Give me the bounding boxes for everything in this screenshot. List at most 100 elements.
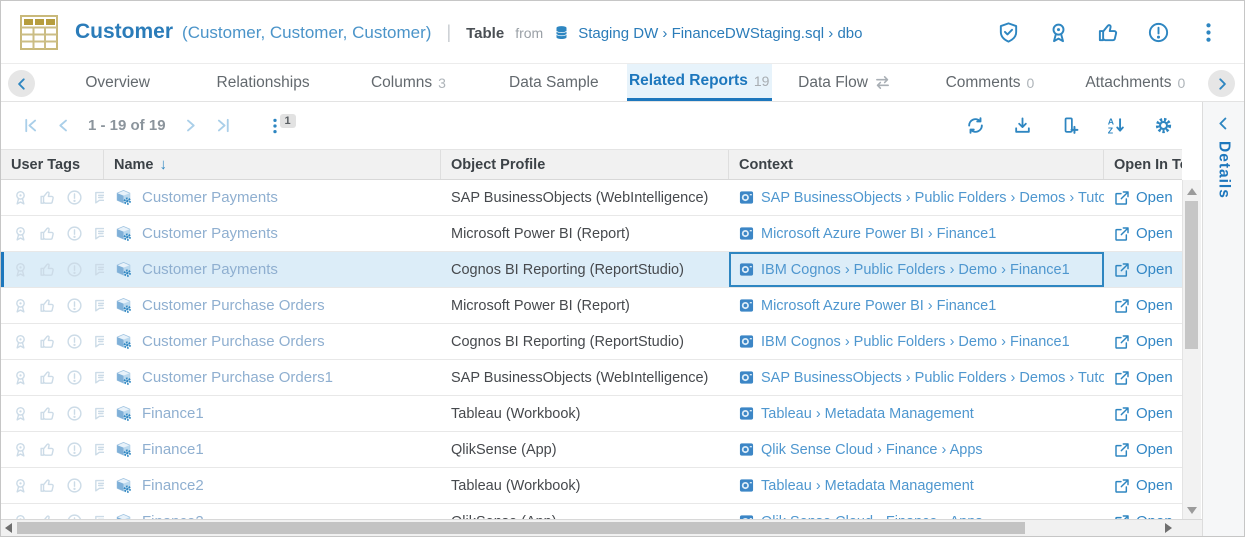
- tab-columns[interactable]: Columns3: [336, 64, 481, 101]
- open-link[interactable]: Open: [1136, 441, 1173, 458]
- tab-label: Data Flow: [798, 74, 868, 92]
- tab-data-flow[interactable]: Data Flow: [772, 64, 917, 101]
- report-name-link[interactable]: Customer Payments: [142, 189, 278, 206]
- view-options-button[interactable]: 1: [266, 117, 284, 135]
- tab-label: Columns: [371, 74, 432, 92]
- external-link-icon: [1114, 226, 1130, 242]
- tab-relationships[interactable]: Relationships: [190, 64, 335, 101]
- report-name-link[interactable]: Customer Purchase Orders1: [142, 369, 333, 386]
- expand-details-chevron-icon[interactable]: [1216, 116, 1231, 131]
- scroll-right-arrow[interactable]: [1165, 523, 1172, 533]
- report-name-link[interactable]: Finance2: [142, 477, 204, 494]
- open-link[interactable]: Open: [1136, 261, 1173, 278]
- alert-circle-icon: [66, 333, 83, 350]
- table-body: Customer PaymentsSAP BusinessObjects (We…: [1, 180, 1182, 522]
- kebab-menu-button[interactable]: [1197, 21, 1220, 44]
- tab-comments[interactable]: Comments0: [917, 64, 1062, 101]
- context-breadcrumb-link[interactable]: Microsoft Azure Power BI › Finance1: [761, 298, 996, 314]
- details-rail-label[interactable]: Details: [1215, 141, 1233, 199]
- tabs-scroll-right-button[interactable]: [1208, 70, 1235, 97]
- sort-desc-icon[interactable]: ↓: [160, 156, 168, 173]
- tab-overview[interactable]: Overview: [45, 64, 190, 101]
- report-name-link[interactable]: Finance1: [142, 441, 204, 458]
- open-link[interactable]: Open: [1136, 189, 1173, 206]
- first-page-button[interactable]: [22, 117, 39, 134]
- scroll-down-arrow[interactable]: [1187, 507, 1197, 514]
- context-breadcrumb-link[interactable]: IBM Cognos › Public Folders › Demo › Fin…: [761, 262, 1070, 278]
- column-header-user-tags[interactable]: User Tags: [1, 150, 104, 179]
- tab-data-sample[interactable]: Data Sample: [481, 64, 626, 101]
- alert-circle-icon: [66, 225, 83, 242]
- table-row[interactable]: Customer PaymentsMicrosoft Power BI (Rep…: [1, 216, 1182, 252]
- context-breadcrumb-link[interactable]: SAP BusinessObjects › Public Folders › D…: [761, 370, 1104, 386]
- table-row[interactable]: Finance1Tableau (Workbook)Tableau › Meta…: [1, 396, 1182, 432]
- context-breadcrumb-link[interactable]: Tableau › Metadata Management: [761, 478, 974, 494]
- certification-badge-icon: [12, 405, 29, 422]
- column-header-open-in-tool[interactable]: Open In Tool: [1104, 150, 1182, 179]
- thumbs-up-button[interactable]: [1097, 21, 1120, 44]
- report-name-link[interactable]: Finance1: [142, 405, 204, 422]
- report-name-link[interactable]: Customer Purchase Orders: [142, 333, 325, 350]
- open-link[interactable]: Open: [1136, 333, 1173, 350]
- context-breadcrumb-link[interactable]: Qlik Sense Cloud › Finance › Apps: [761, 442, 983, 458]
- report-name-link[interactable]: Customer Payments: [142, 225, 278, 242]
- tabs-scroll-left-button[interactable]: [8, 70, 35, 97]
- scroll-left-arrow[interactable]: [5, 523, 12, 533]
- certification-badge-icon: [12, 477, 29, 494]
- vertical-scrollbar[interactable]: [1182, 180, 1201, 522]
- page-subtitle: (Customer, Customer, Customer): [182, 23, 431, 43]
- report-icon: [114, 296, 133, 315]
- open-link[interactable]: Open: [1136, 225, 1173, 242]
- add-column-button[interactable]: [1060, 116, 1079, 135]
- table-row[interactable]: Customer Purchase Orders1 SAP BusinessObj…: [1, 360, 1182, 396]
- tab-related-reports[interactable]: Related Reports19: [627, 64, 772, 101]
- table-row[interactable]: Customer PaymentsCognos BI Reporting (Re…: [1, 252, 1182, 288]
- column-header-context[interactable]: Context: [729, 150, 1104, 179]
- table-row[interactable]: Customer Purchase OrdersCognos BI Report…: [1, 324, 1182, 360]
- settings-gear-button[interactable]: [1154, 116, 1173, 135]
- horizontal-scrollbar-thumb[interactable]: [17, 522, 1025, 534]
- vertical-scrollbar-thumb[interactable]: [1185, 201, 1198, 349]
- report-icon: [114, 404, 133, 423]
- last-page-button[interactable]: [215, 117, 232, 134]
- open-in-tool-cell: Open: [1104, 396, 1182, 431]
- column-label: User Tags: [11, 157, 80, 173]
- table-row[interactable]: Customer Purchase OrdersMicrosoft Power …: [1, 288, 1182, 324]
- horizontal-scrollbar[interactable]: [1, 519, 1204, 536]
- open-link[interactable]: Open: [1136, 405, 1173, 422]
- context-breadcrumb-link[interactable]: IBM Cognos › Public Folders › Demo › Fin…: [761, 334, 1070, 350]
- tab-count: 0: [1027, 75, 1035, 91]
- certification-badge-button[interactable]: [1047, 21, 1070, 44]
- alert-circle-button[interactable]: [1147, 21, 1170, 44]
- certification-badge-icon: [12, 441, 29, 458]
- context-breadcrumb-link[interactable]: SAP BusinessObjects › Public Folders › D…: [761, 190, 1104, 206]
- open-in-tool-cell: Open: [1104, 468, 1182, 503]
- alert-circle-icon: [66, 477, 83, 494]
- context-breadcrumb-link[interactable]: Microsoft Azure Power BI › Finance1: [761, 226, 996, 242]
- external-link-icon: [1114, 190, 1130, 206]
- report-name-link[interactable]: Customer Purchase Orders: [142, 297, 325, 314]
- source-breadcrumb[interactable]: Staging DW › FinanceDWStaging.sql › dbo: [578, 25, 862, 42]
- open-link[interactable]: Open: [1136, 369, 1173, 386]
- table-row[interactable]: Customer PaymentsSAP BusinessObjects (We…: [1, 180, 1182, 216]
- comment-icon: [93, 369, 104, 386]
- scroll-up-arrow[interactable]: [1187, 188, 1197, 195]
- user-tags-cell: [1, 432, 104, 467]
- open-link[interactable]: Open: [1136, 297, 1173, 314]
- table-row[interactable]: Finance2Tableau (Workbook)Tableau › Meta…: [1, 468, 1182, 504]
- open-link[interactable]: Open: [1136, 477, 1173, 494]
- report-name-link[interactable]: Customer Payments: [142, 261, 278, 278]
- next-page-button[interactable]: [182, 117, 199, 134]
- prev-page-button[interactable]: [55, 117, 72, 134]
- table-row[interactable]: Finance1QlikSense (App)Qlik Sense Cloud …: [1, 432, 1182, 468]
- shield-check-button[interactable]: [997, 21, 1020, 44]
- certification-badge-icon: [12, 333, 29, 350]
- download-button[interactable]: [1013, 116, 1032, 135]
- open-in-tool-cell: Open: [1104, 252, 1182, 287]
- column-header-object-profile[interactable]: Object Profile: [441, 150, 729, 179]
- column-header-name[interactable]: Name ↓: [104, 150, 441, 179]
- context-breadcrumb-link[interactable]: Tableau › Metadata Management: [761, 406, 974, 422]
- refresh-button[interactable]: [966, 116, 985, 135]
- sort-az-button[interactable]: AZ: [1107, 116, 1126, 135]
- tab-attachments[interactable]: Attachments0: [1063, 64, 1208, 101]
